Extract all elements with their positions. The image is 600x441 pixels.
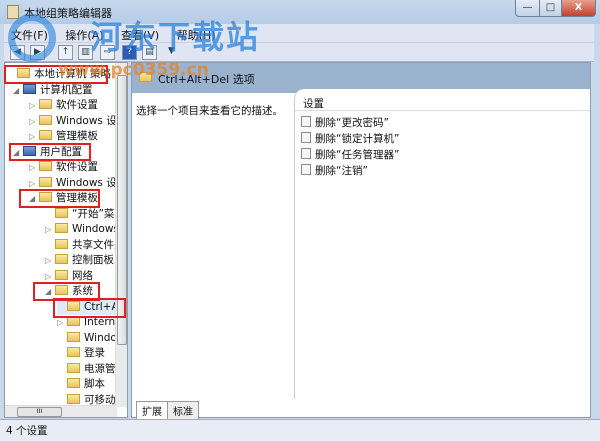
tree-item[interactable]: 脚本 (57, 377, 105, 392)
help-icon[interactable]: ? (122, 45, 137, 60)
folder-icon (55, 207, 68, 218)
setting-label: 删除“更改密码” (315, 117, 389, 129)
tree-item-label: 可移动 (84, 393, 116, 406)
settings-list: 设置 删除“更改密码” 删除“锁定计算机” 删除“任务管理器” 删除“注销” (294, 89, 590, 399)
folder-icon (23, 83, 36, 94)
tree-item-label: 登录 (84, 347, 105, 359)
minimize-button[interactable]: — (515, 0, 540, 17)
folder-icon (39, 161, 52, 171)
folder-icon (55, 238, 68, 249)
toolbar: ◀ ▶ ↑ ▥ ⇨ ? ▤ ▼ (4, 43, 594, 62)
setting-item[interactable]: 删除“更改密码” (301, 116, 389, 131)
tree-item[interactable]: ▷ Windows (45, 222, 119, 237)
tab-extended[interactable]: 扩展 (136, 401, 168, 419)
scroll-thumb[interactable]: III (17, 407, 62, 417)
expand-arrow-icon[interactable]: ▷ (45, 222, 55, 237)
extended-view-icon[interactable]: ▤ (142, 45, 157, 60)
folder-icon (39, 114, 52, 125)
folder-icon (55, 269, 68, 280)
setting-label: 删除“注销” (315, 165, 368, 177)
expand-arrow-icon[interactable]: ▷ (29, 114, 39, 129)
tree-horizontal-scrollbar[interactable]: III (5, 405, 117, 417)
setting-item[interactable]: 删除“任务管理器” (301, 148, 399, 163)
expand-arrow-icon[interactable]: ▷ (29, 98, 39, 113)
maximize-button[interactable]: □ (539, 0, 562, 17)
up-icon[interactable]: ↑ (58, 45, 73, 60)
window-title: 本地组策略编辑器 (24, 7, 112, 20)
tree-item[interactable]: ▷ 软件设置 (29, 98, 98, 113)
filter-icon[interactable]: ▼ (164, 45, 179, 60)
back-icon[interactable]: ◀ (10, 45, 25, 60)
close-button[interactable]: X (561, 0, 596, 17)
status-bar: 4 个设置 (0, 419, 600, 441)
policy-setting-icon (301, 164, 311, 175)
app-icon (7, 5, 19, 19)
setting-label: 删除“锁定计算机” (315, 133, 400, 145)
folder-icon (67, 378, 80, 388)
expand-arrow-icon[interactable]: ▷ (29, 160, 39, 175)
description-text: 选择一个项目来查看它的描述。 (136, 105, 283, 117)
setting-label: 删除“任务管理器” (315, 149, 400, 161)
tree-vertical-scrollbar[interactable] (115, 63, 127, 407)
folder-icon (39, 176, 52, 187)
folder-icon (55, 223, 68, 233)
column-header-setting[interactable]: 设置 (295, 93, 590, 111)
highlight-box (19, 189, 100, 208)
policy-setting-icon (301, 116, 311, 127)
tree-item[interactable]: ▷ 控制面板 (45, 253, 114, 268)
export-icon[interactable]: ⇨ (100, 45, 115, 60)
tree-item[interactable]: “开始”菜单 (45, 207, 125, 222)
tree-item-label: 脚本 (84, 378, 105, 390)
highlight-box (53, 298, 126, 318)
folder-icon (67, 347, 80, 357)
tab-standard[interactable]: 标准 (167, 401, 199, 419)
tree-item-label: 管理模板 (56, 130, 98, 142)
tree-item[interactable]: ◢ 计算机配置 (13, 83, 93, 98)
tree-item[interactable]: 登录 (57, 346, 105, 361)
folder-icon (39, 99, 52, 109)
folder-icon (55, 254, 68, 264)
expand-arrow-icon[interactable]: ◢ (13, 83, 23, 98)
folder-icon (67, 331, 80, 342)
folder-icon (67, 362, 80, 373)
expand-arrow-icon[interactable]: ▷ (29, 129, 39, 144)
policy-setting-icon (301, 132, 311, 143)
highlight-box (9, 143, 91, 161)
tree-item[interactable]: 共享文件夹 (45, 238, 125, 253)
setting-item[interactable]: 删除“注销” (301, 164, 368, 179)
tree-item-label: 软件设置 (56, 161, 98, 173)
view-tabs: 扩展 标准 (136, 401, 199, 419)
tree-item-label: 软件设置 (56, 99, 98, 111)
folder-icon (67, 393, 80, 404)
tree-item[interactable]: ▷ 软件设置 (29, 160, 98, 175)
tree-item-label: 计算机配置 (40, 83, 93, 96)
details-pane: Ctrl+Alt+Del 选项 选择一个项目来查看它的描述。 设置 删除“更改密… (131, 62, 591, 419)
menu-bar: 文件(F) 操作(A) 查看(V) 帮助(H) (4, 24, 594, 43)
policy-setting-icon (301, 148, 311, 159)
forward-icon[interactable]: ▶ (30, 45, 45, 60)
details-title: Ctrl+Alt+Del 选项 (158, 73, 255, 86)
tree-item-label: 控制面板 (72, 254, 114, 266)
tree-item[interactable]: ▷ Windows 设置 (29, 114, 127, 129)
setting-item[interactable]: 删除“锁定计算机” (301, 132, 399, 147)
show-hide-tree-icon[interactable]: ▥ (78, 45, 93, 60)
highlight-box (4, 65, 108, 84)
tree-item[interactable]: ▷ 管理模板 (29, 129, 98, 144)
folder-icon (39, 130, 52, 140)
tree-pane: 可移动脚本电源管理登录Windows▷InternetCtrl+Alt+Del◢… (4, 62, 128, 418)
tree-item-label: Windows (72, 223, 119, 235)
folder-icon (139, 72, 152, 82)
title-bar: 本地组策略编辑器 — □ X (0, 0, 600, 24)
expand-arrow-icon[interactable]: ▷ (45, 253, 55, 268)
tree-item-label: 网络 (72, 269, 93, 282)
